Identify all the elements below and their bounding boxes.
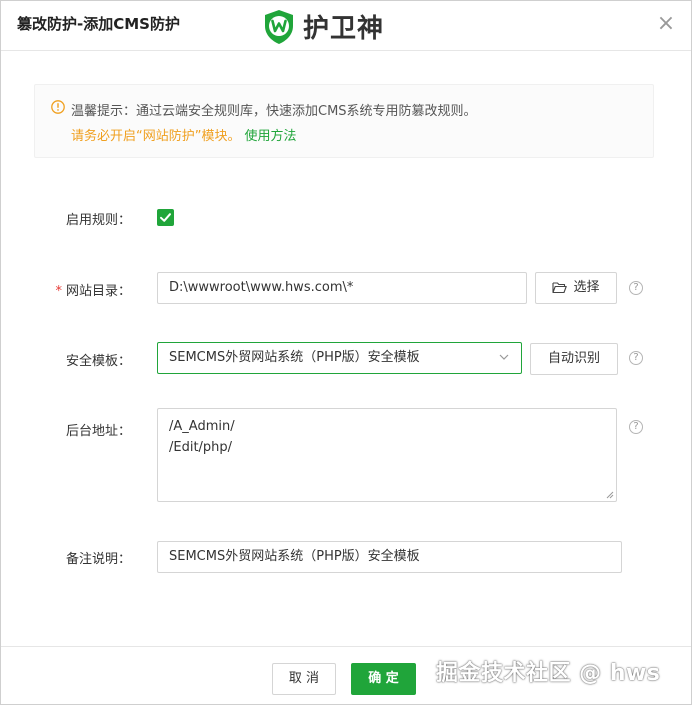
template-label: 安全模板： bbox=[65, 354, 131, 369]
info-circle-icon bbox=[51, 100, 65, 114]
remark-input[interactable]: SEMCMS外贸网站系统（PHP版）安全模板 bbox=[157, 541, 622, 573]
admin-path-label: 后台地址： bbox=[65, 424, 131, 439]
admin-path-help-icon[interactable]: ? bbox=[629, 420, 643, 434]
confirm-button[interactable]: 确 定 bbox=[351, 663, 416, 695]
shield-logo-icon bbox=[265, 9, 293, 44]
auto-detect-button[interactable]: 自动识别 bbox=[530, 343, 618, 375]
cms-protection-dialog: 篡改防护-添加CMS防护 护卫神 × 温馨提示：通过云端安全规则库，快速添加CM… bbox=[0, 0, 692, 705]
notice-warning-text: 请务必开启“网站防护”模块。 bbox=[71, 129, 241, 144]
site-dir-input[interactable]: D:\wwwroot\www.hws.com\* bbox=[157, 272, 527, 304]
checkmark-icon bbox=[160, 213, 171, 222]
browse-button[interactable]: 选择 bbox=[535, 272, 617, 304]
chevron-down-icon bbox=[499, 354, 509, 360]
cancel-button[interactable]: 取 消 bbox=[272, 663, 336, 695]
brand: 护卫神 bbox=[263, 8, 384, 45]
template-help-icon[interactable]: ? bbox=[629, 351, 643, 365]
required-mark: * bbox=[55, 284, 62, 299]
site-dir-label: * 网站目录： bbox=[31, 280, 131, 299]
template-selected-value: SEMCMS外贸网站系统（PHP版）安全模板 bbox=[169, 350, 420, 365]
usage-link[interactable]: 使用方法 bbox=[244, 129, 296, 144]
enable-rule-checkbox[interactable] bbox=[157, 209, 174, 226]
notice-line-2: 请务必开启“网站防护”模块。 使用方法 bbox=[71, 125, 297, 144]
admin-path-line: /Edit/php/ bbox=[169, 440, 233, 455]
notice-line-1: 温馨提示：通过云端安全规则库，快速添加CMS系统专用防篡改规则。 bbox=[71, 104, 477, 119]
admin-path-line: /A_Admin/ bbox=[169, 419, 235, 434]
enable-rule-label: 启用规则： bbox=[65, 213, 131, 228]
site-dir-label-text: 网站目录： bbox=[65, 284, 131, 299]
admin-path-textarea[interactable]: /A_Admin/ /Edit/php/ bbox=[157, 408, 617, 502]
template-select[interactable]: SEMCMS外贸网站系统（PHP版）安全模板 bbox=[157, 342, 522, 374]
resize-grip-icon[interactable] bbox=[605, 490, 614, 499]
browse-button-label: 选择 bbox=[573, 280, 600, 295]
dialog-title: 篡改防护-添加CMS防护 bbox=[17, 15, 180, 33]
notice-box: 温馨提示：通过云端安全规则库，快速添加CMS系统专用防篡改规则。 请务必开启“网… bbox=[34, 84, 654, 158]
close-icon[interactable]: × bbox=[655, 13, 677, 35]
title-bar: 篡改防护-添加CMS防护 护卫神 × bbox=[1, 1, 691, 51]
remark-label: 备注说明： bbox=[65, 552, 131, 567]
brand-name: 护卫神 bbox=[303, 14, 385, 44]
watermark-text: 掘金技术社区 @ hws bbox=[436, 661, 661, 686]
folder-open-icon bbox=[552, 282, 568, 294]
site-dir-help-icon[interactable]: ? bbox=[629, 281, 643, 295]
